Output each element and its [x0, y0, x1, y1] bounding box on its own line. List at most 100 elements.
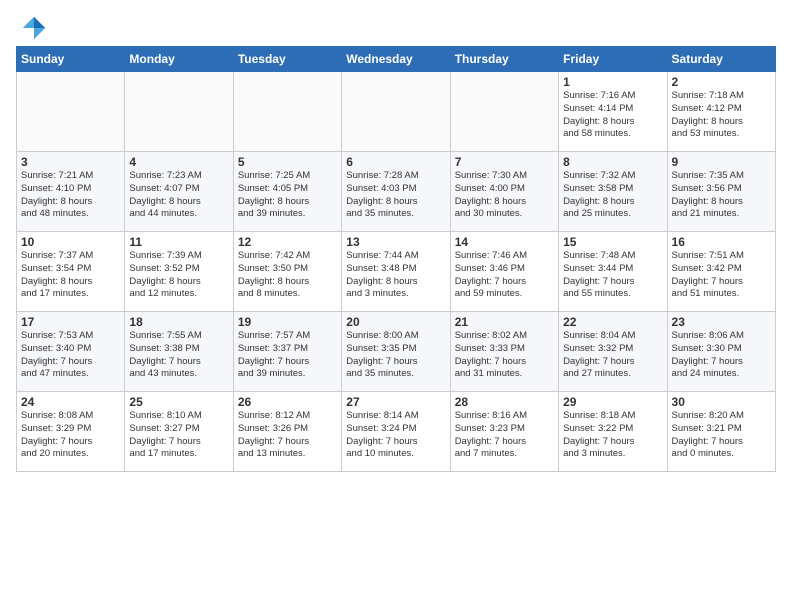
calendar-cell: 7Sunrise: 7:30 AMSunset: 4:00 PMDaylight… [450, 152, 558, 232]
day-number: 23 [672, 315, 771, 329]
calendar-cell: 28Sunrise: 8:16 AMSunset: 3:23 PMDayligh… [450, 392, 558, 472]
logo [16, 14, 48, 42]
calendar-cell: 1Sunrise: 7:16 AMSunset: 4:14 PMDaylight… [559, 72, 667, 152]
day-info: Sunrise: 7:18 AMSunset: 4:12 PMDaylight:… [672, 90, 771, 141]
day-info: Sunrise: 8:20 AMSunset: 3:21 PMDaylight:… [672, 410, 771, 461]
day-info: Sunrise: 7:30 AMSunset: 4:00 PMDaylight:… [455, 170, 554, 221]
day-number: 29 [563, 395, 662, 409]
day-info: Sunrise: 8:08 AMSunset: 3:29 PMDaylight:… [21, 410, 120, 461]
calendar-week-5: 24Sunrise: 8:08 AMSunset: 3:29 PMDayligh… [17, 392, 776, 472]
day-info: Sunrise: 8:12 AMSunset: 3:26 PMDaylight:… [238, 410, 337, 461]
day-number: 10 [21, 235, 120, 249]
day-number: 18 [129, 315, 228, 329]
calendar-cell: 18Sunrise: 7:55 AMSunset: 3:38 PMDayligh… [125, 312, 233, 392]
calendar-cell [450, 72, 558, 152]
calendar-cell: 27Sunrise: 8:14 AMSunset: 3:24 PMDayligh… [342, 392, 450, 472]
day-info: Sunrise: 8:06 AMSunset: 3:30 PMDaylight:… [672, 330, 771, 381]
day-number: 28 [455, 395, 554, 409]
calendar-cell: 2Sunrise: 7:18 AMSunset: 4:12 PMDaylight… [667, 72, 775, 152]
calendar-cell: 14Sunrise: 7:46 AMSunset: 3:46 PMDayligh… [450, 232, 558, 312]
day-number: 16 [672, 235, 771, 249]
day-number: 27 [346, 395, 445, 409]
calendar-cell: 24Sunrise: 8:08 AMSunset: 3:29 PMDayligh… [17, 392, 125, 472]
day-info: Sunrise: 7:44 AMSunset: 3:48 PMDaylight:… [346, 250, 445, 301]
day-info: Sunrise: 7:23 AMSunset: 4:07 PMDaylight:… [129, 170, 228, 221]
day-number: 9 [672, 155, 771, 169]
day-info: Sunrise: 7:46 AMSunset: 3:46 PMDaylight:… [455, 250, 554, 301]
weekday-header-tuesday: Tuesday [233, 47, 341, 72]
day-number: 30 [672, 395, 771, 409]
day-info: Sunrise: 8:16 AMSunset: 3:23 PMDaylight:… [455, 410, 554, 461]
day-info: Sunrise: 7:39 AMSunset: 3:52 PMDaylight:… [129, 250, 228, 301]
calendar-cell: 22Sunrise: 8:04 AMSunset: 3:32 PMDayligh… [559, 312, 667, 392]
calendar-cell [233, 72, 341, 152]
weekday-header-friday: Friday [559, 47, 667, 72]
day-info: Sunrise: 8:14 AMSunset: 3:24 PMDaylight:… [346, 410, 445, 461]
weekday-header-saturday: Saturday [667, 47, 775, 72]
day-info: Sunrise: 7:21 AMSunset: 4:10 PMDaylight:… [21, 170, 120, 221]
day-info: Sunrise: 7:32 AMSunset: 3:58 PMDaylight:… [563, 170, 662, 221]
calendar-cell: 3Sunrise: 7:21 AMSunset: 4:10 PMDaylight… [17, 152, 125, 232]
weekday-header-thursday: Thursday [450, 47, 558, 72]
calendar-cell: 13Sunrise: 7:44 AMSunset: 3:48 PMDayligh… [342, 232, 450, 312]
calendar-cell [125, 72, 233, 152]
day-info: Sunrise: 8:00 AMSunset: 3:35 PMDaylight:… [346, 330, 445, 381]
calendar-cell: 15Sunrise: 7:48 AMSunset: 3:44 PMDayligh… [559, 232, 667, 312]
calendar-cell: 5Sunrise: 7:25 AMSunset: 4:05 PMDaylight… [233, 152, 341, 232]
calendar-week-2: 3Sunrise: 7:21 AMSunset: 4:10 PMDaylight… [17, 152, 776, 232]
weekday-header-monday: Monday [125, 47, 233, 72]
day-info: Sunrise: 7:42 AMSunset: 3:50 PMDaylight:… [238, 250, 337, 301]
day-number: 20 [346, 315, 445, 329]
calendar-week-4: 17Sunrise: 7:53 AMSunset: 3:40 PMDayligh… [17, 312, 776, 392]
day-number: 26 [238, 395, 337, 409]
calendar-week-3: 10Sunrise: 7:37 AMSunset: 3:54 PMDayligh… [17, 232, 776, 312]
day-number: 1 [563, 75, 662, 89]
day-number: 13 [346, 235, 445, 249]
day-number: 24 [21, 395, 120, 409]
day-info: Sunrise: 7:35 AMSunset: 3:56 PMDaylight:… [672, 170, 771, 221]
day-number: 11 [129, 235, 228, 249]
weekday-header-wednesday: Wednesday [342, 47, 450, 72]
calendar-cell [17, 72, 125, 152]
calendar-cell: 21Sunrise: 8:02 AMSunset: 3:33 PMDayligh… [450, 312, 558, 392]
day-number: 21 [455, 315, 554, 329]
day-number: 4 [129, 155, 228, 169]
calendar-week-1: 1Sunrise: 7:16 AMSunset: 4:14 PMDaylight… [17, 72, 776, 152]
calendar-cell: 9Sunrise: 7:35 AMSunset: 3:56 PMDaylight… [667, 152, 775, 232]
calendar-cell: 8Sunrise: 7:32 AMSunset: 3:58 PMDaylight… [559, 152, 667, 232]
day-number: 6 [346, 155, 445, 169]
weekday-header-sunday: Sunday [17, 47, 125, 72]
calendar-cell: 20Sunrise: 8:00 AMSunset: 3:35 PMDayligh… [342, 312, 450, 392]
day-number: 2 [672, 75, 771, 89]
calendar-cell: 12Sunrise: 7:42 AMSunset: 3:50 PMDayligh… [233, 232, 341, 312]
day-info: Sunrise: 7:53 AMSunset: 3:40 PMDaylight:… [21, 330, 120, 381]
day-info: Sunrise: 7:28 AMSunset: 4:03 PMDaylight:… [346, 170, 445, 221]
day-info: Sunrise: 8:10 AMSunset: 3:27 PMDaylight:… [129, 410, 228, 461]
day-info: Sunrise: 7:48 AMSunset: 3:44 PMDaylight:… [563, 250, 662, 301]
calendar-cell: 10Sunrise: 7:37 AMSunset: 3:54 PMDayligh… [17, 232, 125, 312]
calendar-cell: 30Sunrise: 8:20 AMSunset: 3:21 PMDayligh… [667, 392, 775, 472]
calendar-table: SundayMondayTuesdayWednesdayThursdayFrid… [16, 46, 776, 472]
day-info: Sunrise: 7:57 AMSunset: 3:37 PMDaylight:… [238, 330, 337, 381]
calendar-cell: 17Sunrise: 7:53 AMSunset: 3:40 PMDayligh… [17, 312, 125, 392]
day-info: Sunrise: 8:02 AMSunset: 3:33 PMDaylight:… [455, 330, 554, 381]
calendar-cell: 16Sunrise: 7:51 AMSunset: 3:42 PMDayligh… [667, 232, 775, 312]
day-number: 17 [21, 315, 120, 329]
header [16, 10, 776, 42]
calendar-cell: 23Sunrise: 8:06 AMSunset: 3:30 PMDayligh… [667, 312, 775, 392]
day-info: Sunrise: 7:37 AMSunset: 3:54 PMDaylight:… [21, 250, 120, 301]
day-number: 22 [563, 315, 662, 329]
page-container: SundayMondayTuesdayWednesdayThursdayFrid… [0, 0, 792, 478]
day-number: 15 [563, 235, 662, 249]
calendar-cell: 26Sunrise: 8:12 AMSunset: 3:26 PMDayligh… [233, 392, 341, 472]
day-info: Sunrise: 7:25 AMSunset: 4:05 PMDaylight:… [238, 170, 337, 221]
calendar-cell: 4Sunrise: 7:23 AMSunset: 4:07 PMDaylight… [125, 152, 233, 232]
day-number: 3 [21, 155, 120, 169]
day-info: Sunrise: 8:04 AMSunset: 3:32 PMDaylight:… [563, 330, 662, 381]
calendar-cell [342, 72, 450, 152]
day-number: 8 [563, 155, 662, 169]
calendar-cell: 11Sunrise: 7:39 AMSunset: 3:52 PMDayligh… [125, 232, 233, 312]
day-info: Sunrise: 7:16 AMSunset: 4:14 PMDaylight:… [563, 90, 662, 141]
day-info: Sunrise: 7:55 AMSunset: 3:38 PMDaylight:… [129, 330, 228, 381]
calendar-cell: 25Sunrise: 8:10 AMSunset: 3:27 PMDayligh… [125, 392, 233, 472]
